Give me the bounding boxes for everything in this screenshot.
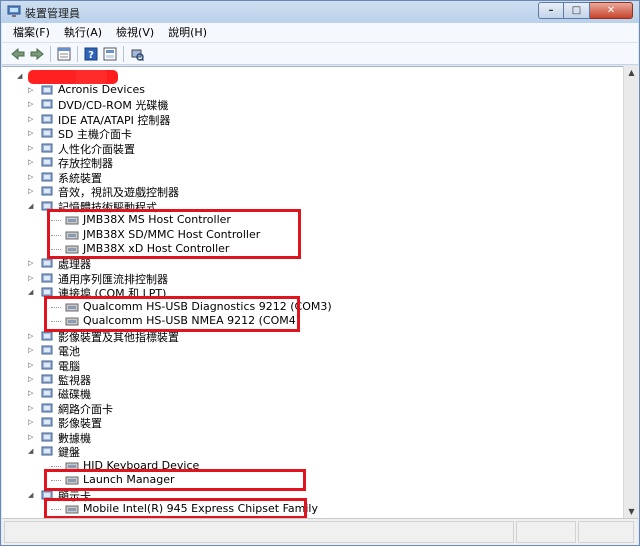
redacted-computer-name	[28, 70, 118, 84]
tree-category-item[interactable]: ▷ 監視器	[2, 372, 622, 387]
tree-category-item[interactable]: ▷ 磁碟機	[2, 386, 622, 401]
tree-root[interactable]: ◢	[2, 69, 622, 84]
highlight-box-jmb38x	[47, 209, 301, 260]
collapsed-arrow-icon[interactable]: ▷	[28, 332, 36, 340]
tree-category-item[interactable]: ▷ 電池	[2, 343, 622, 358]
acronis-icon	[40, 84, 54, 96]
back-icon[interactable]	[10, 46, 26, 62]
computer-icon	[40, 359, 54, 371]
system-device-icon	[40, 171, 54, 183]
close-button[interactable]: ✕	[590, 2, 633, 19]
tree-category-item[interactable]: ▷ 電腦	[2, 358, 622, 373]
device-manager-window: 裝置管理員 – □ ✕ 檔案(F) 執行(A) 檢視(V) 說明(H) ? ◢ …	[0, 0, 640, 546]
collapsed-arrow-icon[interactable]: ▷	[28, 259, 36, 267]
disk-drive-icon	[40, 387, 54, 399]
toolbar-separator	[50, 45, 51, 62]
forward-icon[interactable]	[29, 46, 45, 62]
minimize-button[interactable]: –	[538, 2, 564, 19]
expanded-arrow-icon[interactable]: ◢	[28, 202, 36, 210]
highlight-box-intel-display	[44, 498, 307, 518]
collapsed-arrow-icon[interactable]: ▷	[28, 375, 36, 383]
collapsed-arrow-icon[interactable]: ▷	[28, 389, 36, 397]
collapsed-arrow-icon[interactable]: ▷	[28, 86, 36, 94]
scroll-up-arrow-icon[interactable]: ▲	[627, 68, 636, 77]
highlight-box-qualcomm	[44, 295, 300, 332]
category-label: Acronis Devices	[58, 83, 145, 96]
collapsed-arrow-icon[interactable]: ▷	[28, 144, 36, 152]
menu-action[interactable]: 執行(A)	[57, 24, 109, 42]
window-title: 裝置管理員	[25, 7, 80, 20]
status-pane-main	[4, 521, 514, 543]
toolbar-separator	[123, 45, 124, 62]
tree-category-item[interactable]: ▷ 音效，視訊及遊戲控制器	[2, 184, 622, 199]
vertical-scrollbar[interactable]: ▲ ▼	[623, 66, 639, 518]
menu-bar: 檔案(F) 執行(A) 檢視(V) 說明(H)	[2, 23, 638, 43]
usb-icon	[40, 272, 54, 284]
collapsed-arrow-icon[interactable]: ▷	[28, 361, 36, 369]
collapsed-arrow-icon[interactable]: ▷	[28, 115, 36, 123]
imaging-device-icon	[40, 416, 54, 428]
status-pane-2	[516, 521, 576, 543]
collapsed-arrow-icon[interactable]: ▷	[28, 173, 36, 181]
collapsed-arrow-icon[interactable]: ▷	[28, 418, 36, 426]
svg-text:?: ?	[88, 50, 94, 61]
tree-category-item[interactable]: ▷ SD 主機介面卡	[2, 126, 622, 141]
help-icon[interactable]: ?	[83, 46, 99, 62]
toolbar-separator	[77, 45, 78, 62]
tree-connector	[51, 465, 61, 467]
expanded-arrow-icon[interactable]: ◢	[28, 491, 36, 499]
battery-icon	[40, 344, 54, 356]
maximize-button[interactable]: □	[564, 2, 590, 19]
keyboard-icon	[40, 445, 54, 457]
toolbar: ?	[2, 43, 638, 65]
collapsed-arrow-icon[interactable]: ▷	[28, 404, 36, 412]
expanded-arrow-icon[interactable]: ◢	[28, 447, 36, 455]
expanded-arrow-icon[interactable]: ◢	[28, 288, 36, 296]
highlight-box-launch-manager	[44, 469, 306, 491]
ide-controller-icon	[40, 113, 54, 125]
tree-category-item[interactable]: ▷ DVD/CD-ROM 光碟機	[2, 97, 622, 112]
hid-icon	[40, 142, 54, 154]
menu-view[interactable]: 檢視(V)	[109, 24, 161, 42]
title-bar[interactable]: 裝置管理員 – □ ✕	[1, 1, 639, 23]
tree-category-item[interactable]: ▷ 人性化介面裝置	[2, 141, 622, 156]
status-bar	[2, 518, 638, 545]
scan-icon[interactable]	[129, 46, 145, 62]
view-icon[interactable]	[102, 46, 118, 62]
storage-controller-icon	[40, 156, 54, 168]
collapsed-arrow-icon[interactable]: ▷	[28, 433, 36, 441]
collapsed-arrow-icon[interactable]: ▷	[28, 274, 36, 282]
menu-file[interactable]: 檔案(F)	[6, 24, 57, 42]
tree-category-item[interactable]: ▷ 數據機	[2, 430, 622, 445]
monitor-icon	[40, 373, 54, 385]
tree-category-item[interactable]: ▷ 系統裝置	[2, 170, 622, 185]
scroll-down-arrow-icon[interactable]: ▼	[627, 507, 636, 516]
tree-category-item[interactable]: ◢ 鍵盤	[2, 444, 622, 459]
tree-category-item[interactable]: ▷ IDE ATA/ATAPI 控制器	[2, 112, 622, 127]
collapsed-arrow-icon[interactable]: ▷	[28, 129, 36, 137]
device-tree[interactable]: ◢ ▷ Acronis Devices ▷ DVD/CD-ROM 光碟機 ▷ IDE AT…	[2, 66, 623, 518]
network-adapter-icon	[40, 402, 54, 414]
collapsed-arrow-icon[interactable]: ▷	[28, 100, 36, 108]
menu-help[interactable]: 說明(H)	[161, 24, 214, 42]
modem-icon	[40, 431, 54, 443]
tree-category-item[interactable]: ▷ Acronis Devices	[2, 83, 622, 97]
collapsed-arrow-icon[interactable]: ▷	[28, 346, 36, 354]
tree-category-item[interactable]: ▷ 存放控制器	[2, 155, 622, 170]
properties-icon[interactable]	[56, 46, 72, 62]
tree-category-item[interactable]: ▷ 通用序列匯流排控制器	[2, 271, 622, 286]
dvd-drive-icon	[40, 98, 54, 110]
status-pane-3	[578, 521, 634, 543]
tree-category-item[interactable]: ▷ 網路介面卡	[2, 401, 622, 416]
device-manager-icon	[7, 5, 21, 18]
tree-category-item[interactable]: ▷ 影像裝置	[2, 415, 622, 430]
expanded-arrow-icon[interactable]: ◢	[17, 72, 25, 80]
caption-buttons: – □ ✕	[538, 2, 633, 19]
collapsed-arrow-icon[interactable]: ▷	[28, 158, 36, 166]
collapsed-arrow-icon[interactable]: ▷	[28, 187, 36, 195]
sound-icon	[40, 185, 54, 197]
sd-host-icon	[40, 127, 54, 139]
